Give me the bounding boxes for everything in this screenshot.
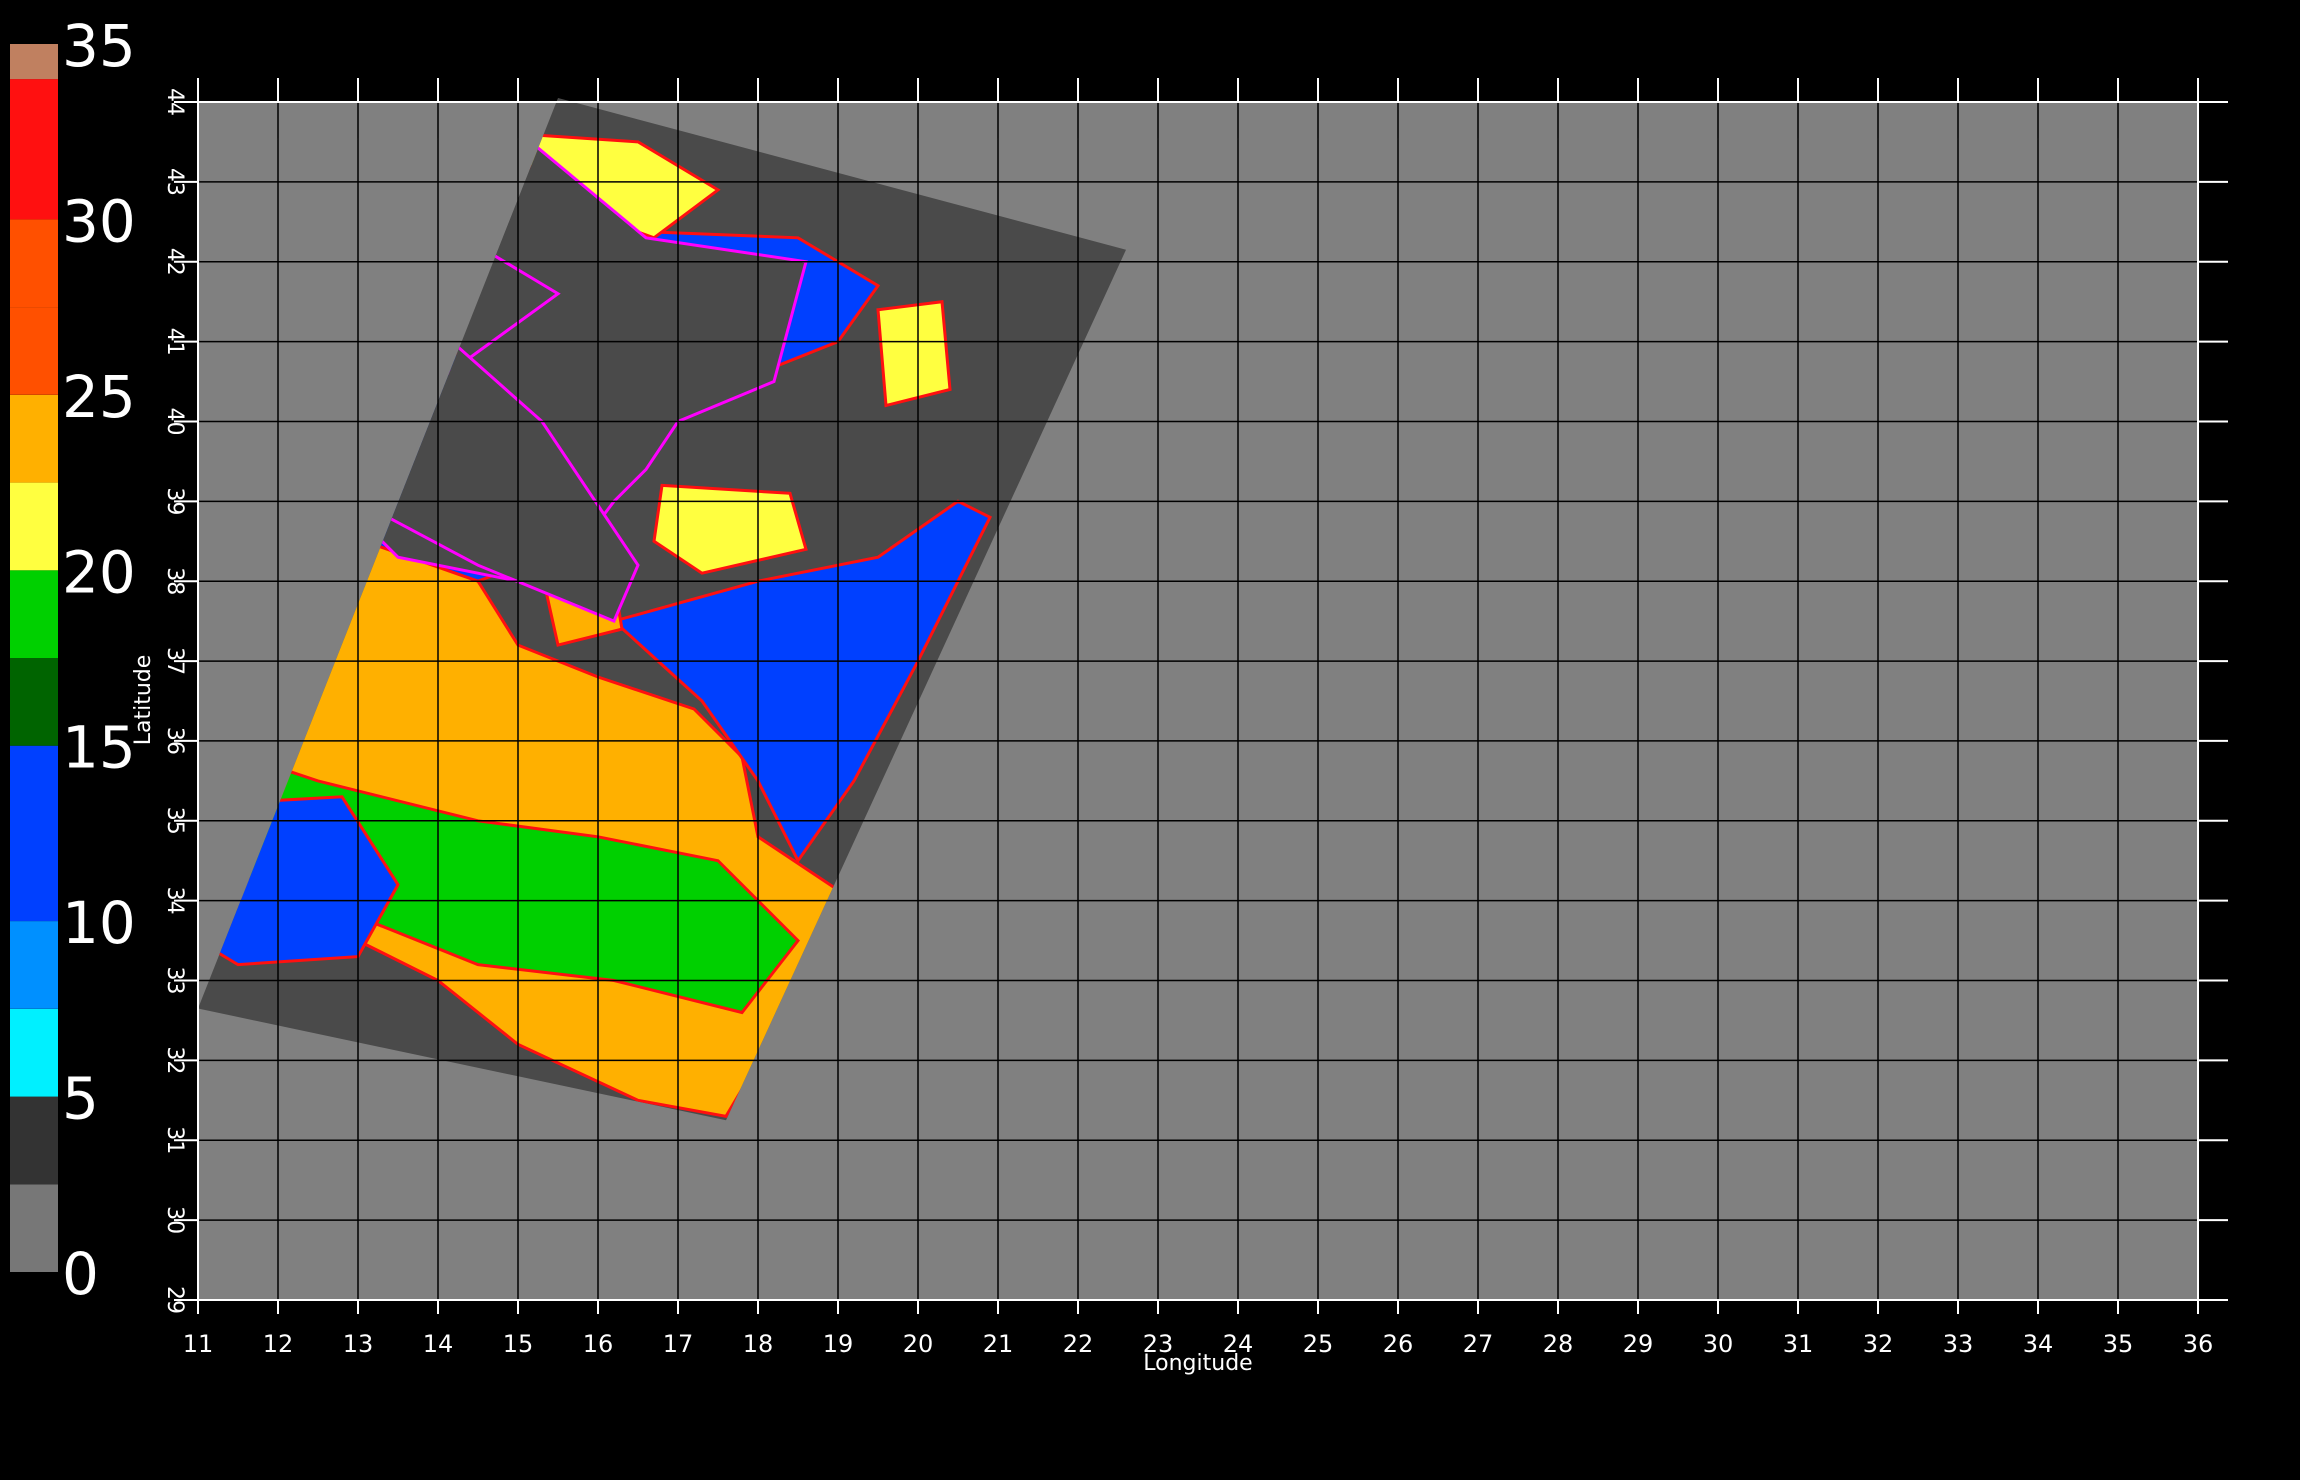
y-tick-label: 30	[162, 1206, 187, 1234]
x-tick-label: 27	[1463, 1330, 1494, 1358]
x-tick-label: 33	[1943, 1330, 1974, 1358]
colorbar-segment	[10, 1096, 58, 1185]
x-tick-label: 19	[823, 1330, 854, 1358]
x-tick-label: 35	[2103, 1330, 2134, 1358]
colorbar-tick-labels: 0 5 10 15 20 25 30 35	[62, 12, 136, 1308]
wind-speed-map: 0 5 10 15 20 25 30 35 11 12 13 14 15 16 17 18 19 20 21 22 2…	[10, 12, 2228, 1376]
wind-region	[876, 300, 952, 408]
colorbar-segment	[10, 482, 58, 571]
x-tick-label: 12	[263, 1330, 294, 1358]
y-tick-labels: 29 30 31 32 33 34 35 36 37 38 39 40 41 42 43 44	[162, 88, 187, 1314]
colorbar-segment	[10, 658, 58, 746]
x-tick-label: 21	[983, 1330, 1014, 1358]
colorbar-tick-label: 20	[62, 538, 136, 606]
x-tick-label: 30	[1703, 1330, 1734, 1358]
colorbar-tick-label: 0	[62, 1240, 99, 1308]
x-tick-label: 22	[1063, 1330, 1094, 1358]
x-tick-label: 18	[743, 1330, 774, 1358]
colorbar-tick-label: 30	[62, 187, 136, 255]
x-tick-label: 25	[1303, 1330, 1334, 1358]
colorbar-segment	[10, 307, 58, 395]
y-tick-label: 32	[162, 1046, 187, 1074]
y-tick-label: 37	[162, 647, 187, 675]
x-tick-label: 15	[503, 1330, 534, 1358]
x-tick-label: 36	[2183, 1330, 2214, 1358]
x-tick-label: 34	[2023, 1330, 2054, 1358]
x-tick-label: 28	[1543, 1330, 1574, 1358]
y-tick-label: 38	[162, 567, 187, 595]
y-tick-label: 40	[162, 407, 187, 435]
y-tick-label: 29	[162, 1286, 187, 1314]
y-tick-label: 33	[162, 967, 187, 995]
y-tick-label: 34	[162, 887, 187, 915]
y-tick-label: 36	[162, 727, 187, 755]
colorbar-tick-label: 25	[62, 363, 136, 431]
colorbar-segment	[10, 745, 58, 922]
colorbar-tick-label: 15	[62, 714, 136, 782]
colorbar-segment	[10, 79, 58, 220]
x-tick-label: 32	[1863, 1330, 1894, 1358]
x-tick-label: 20	[903, 1330, 934, 1358]
y-tick-label: 31	[162, 1126, 187, 1154]
colorbar-tick-label: 10	[62, 889, 136, 957]
y-axis-label: Latitude	[131, 655, 156, 746]
x-tick-label: 31	[1783, 1330, 1814, 1358]
y-tick-label: 41	[162, 328, 187, 356]
x-tick-label: 16	[583, 1330, 614, 1358]
x-tick-label: 17	[663, 1330, 694, 1358]
x-tick-label: 26	[1383, 1330, 1414, 1358]
x-tick-label: 29	[1623, 1330, 1654, 1358]
colorbar-segment	[10, 570, 58, 658]
colorbar	[10, 44, 58, 1272]
x-tick-label: 13	[343, 1330, 374, 1358]
x-axis-label: Longitude	[1143, 1351, 1252, 1376]
x-tick-label: 11	[183, 1330, 214, 1358]
colorbar-segment	[10, 44, 58, 80]
colorbar-tick-label: 5	[62, 1065, 99, 1133]
y-tick-label: 44	[162, 88, 187, 116]
colorbar-segment	[10, 219, 58, 308]
y-tick-label: 35	[162, 807, 187, 835]
y-tick-label: 43	[162, 168, 187, 196]
colorbar-segment	[10, 921, 58, 1009]
y-tick-label: 42	[162, 248, 187, 276]
y-tick-label: 39	[162, 487, 187, 515]
colorbar-segment	[10, 1008, 58, 1097]
colorbar-segment	[10, 394, 58, 483]
colorbar-tick-label: 35	[62, 12, 136, 80]
x-tick-label: 14	[423, 1330, 454, 1358]
colorbar-segment	[10, 1184, 58, 1272]
